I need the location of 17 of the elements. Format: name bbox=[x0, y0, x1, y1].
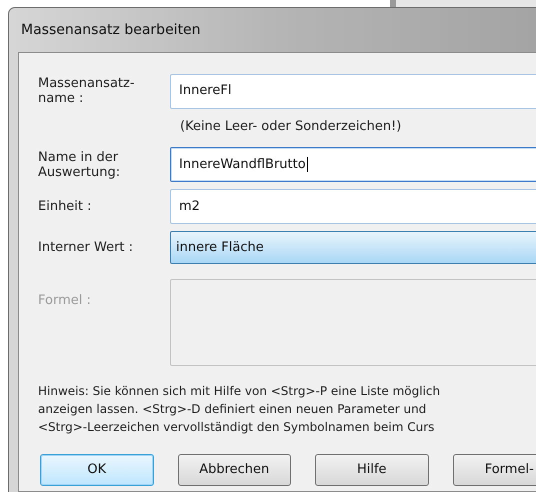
field-label: Name in der Auswertung: bbox=[38, 150, 122, 180]
text-cursor bbox=[306, 157, 308, 172]
field-label: Massenansatz- name : bbox=[38, 76, 136, 106]
dropdown-field[interactable]: innere Fläche bbox=[170, 231, 536, 264]
dialog-button[interactable]: Abbrechen bbox=[178, 454, 291, 486]
field-label: Formel : bbox=[38, 292, 91, 308]
dialog-button[interactable]: Formel- bbox=[452, 454, 536, 486]
field-label: Interner Wert : bbox=[38, 240, 134, 255]
field-note: (Keine Leer- oder Sonderzeichen!) bbox=[180, 118, 402, 136]
text-field[interactable]: m2 bbox=[170, 189, 536, 224]
hint-text: Hinweis: Sie können sich mit Hilfe von <Strg>-P eine Liste möglich anzeigen lassen. <Strg>-D definiert einen neuen Parameter und <Strg>-Leerzeichen vervollständigt den Symbolnamen beim Curs bbox=[38, 382, 442, 436]
dialog-button[interactable]: Hilfe bbox=[315, 454, 428, 486]
text-field[interactable]: InnereFl bbox=[170, 74, 536, 108]
dialog-button[interactable]: OK bbox=[40, 454, 154, 486]
field-label: Einheit : bbox=[38, 199, 93, 214]
text-field[interactable]: InnereWandflBrutto bbox=[170, 147, 536, 182]
window-title: Massenansatz bearbeiten bbox=[21, 20, 201, 40]
